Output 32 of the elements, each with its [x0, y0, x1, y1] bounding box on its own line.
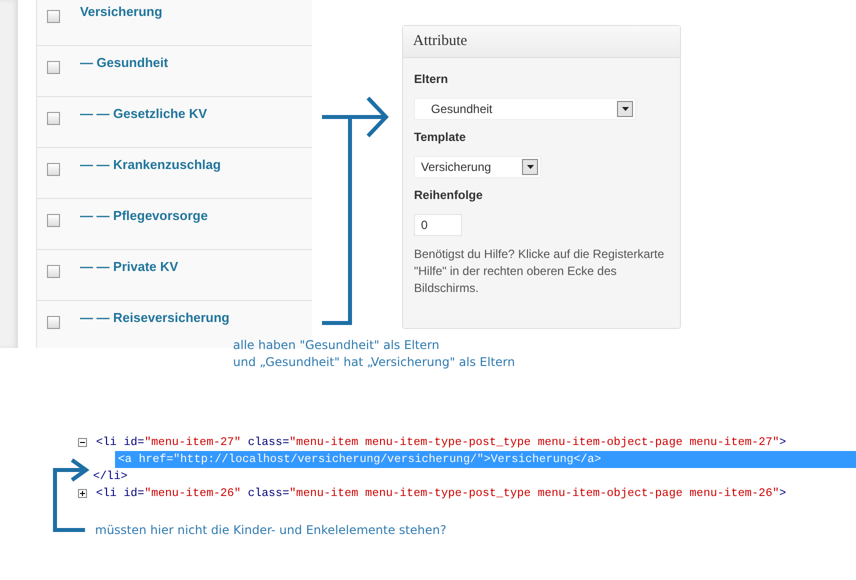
annotation-text: müssten hier nicht die Kinder- und Enkelelemente stehen? [95, 522, 446, 539]
annotation-text: und „Gesundheit" hat „Versicherung" als Eltern [233, 354, 515, 371]
checkbox[interactable] [46, 316, 60, 329]
caret-icon [522, 159, 538, 175]
checkbox[interactable] [46, 61, 60, 74]
code-line[interactable]: </li> [90, 468, 131, 485]
checkbox[interactable] [46, 214, 60, 227]
annotation-text: alle haben "Gesundheit" als Eltern [233, 337, 440, 354]
checkbox[interactable] [46, 112, 60, 125]
field-label: Reihenfolge [414, 188, 484, 202]
collapse-icon[interactable] [78, 438, 87, 447]
field-label: Template [414, 130, 467, 144]
page-title-link[interactable]: Versicherung [80, 4, 162, 19]
page-title-link[interactable]: — — Private KV [80, 259, 178, 274]
page-title-link[interactable]: — — Gesetzliche KV [80, 106, 208, 121]
help-text: Benötigst du Hilfe? Klicke auf die Registerkarte "Hilfe" in der rechten oberen Ecke des Bildschirms. [414, 246, 666, 297]
page-title-link[interactable]: — — Krankenzuschlag [80, 157, 221, 172]
page-title-link[interactable]: — Gesundheit [80, 55, 168, 70]
caret-icon [617, 101, 633, 117]
expand-icon[interactable] [78, 489, 87, 498]
code-line[interactable]: <li id="menu-item-27" class="menu-item menu-item-type-post_type menu-item-object-page menu-item-27"> [93, 434, 790, 451]
field-label: Eltern [414, 72, 450, 86]
dropdown[interactable]: Gesundheit [414, 98, 636, 120]
page-title-link[interactable]: — — Pflegevorsorge [80, 208, 208, 223]
dropdown[interactable]: Versicherung [414, 156, 541, 178]
checkbox[interactable] [46, 265, 60, 278]
checkbox[interactable] [46, 10, 60, 23]
number-field[interactable]: 0 [414, 214, 462, 236]
code-line[interactable]: <li id="menu-item-26" class="menu-item menu-item-type-post_type menu-item-object-page menu-item-26"> [93, 485, 790, 502]
checkbox[interactable] [46, 163, 60, 176]
page-title-link[interactable]: — — Reiseversicherung [80, 310, 230, 325]
panel-title: Attribute [403, 26, 680, 58]
